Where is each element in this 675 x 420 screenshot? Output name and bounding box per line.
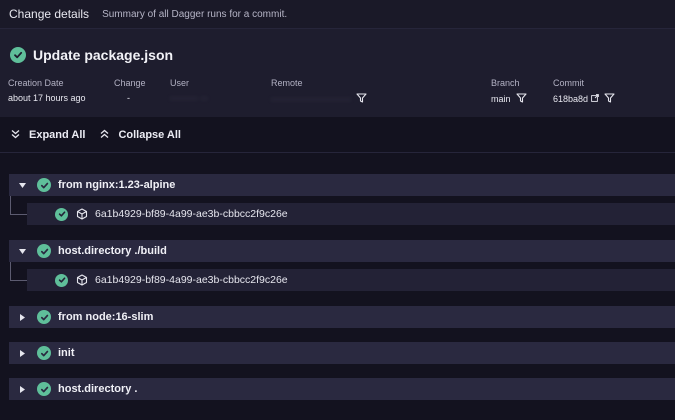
caret-down-icon[interactable] [17, 182, 27, 188]
tree-group-row[interactable]: init [9, 342, 675, 364]
branch-value-wrap: main [491, 93, 527, 105]
child-label: 6a1b4929-bf89-4a99-ae3b-cbbcc2f9c26e [95, 274, 288, 286]
child-label: 6a1b4929-bf89-4a99-ae3b-cbbcc2f9c26e [95, 208, 288, 220]
tree-child-row[interactable]: 6a1b4929-bf89-4a99-ae3b-cbbcc2f9c26e [27, 269, 675, 291]
expand-all-label: Expand All [29, 129, 86, 141]
top-bar: Change details Summary of all Dagger run… [0, 0, 675, 29]
remote-label: Remote [271, 78, 303, 88]
caret-down-icon[interactable] [17, 248, 27, 254]
change-label: Change [114, 78, 146, 88]
remote-value: ······················· [271, 93, 367, 105]
branch-value: main [491, 94, 511, 104]
check-circle-icon [55, 207, 68, 221]
caret-right-icon[interactable] [17, 385, 27, 393]
creation-date-label: Creation Date [8, 78, 64, 88]
page-title: Change details [9, 7, 90, 21]
user-label: User [170, 78, 190, 88]
remote-name: ······················· [271, 94, 352, 104]
check-circle-icon [37, 382, 51, 396]
check-circle-icon [37, 178, 51, 192]
check-circle-icon [37, 244, 51, 258]
user-name: ········ ·· [170, 93, 208, 103]
tree-child-row[interactable]: 6a1b4929-bf89-4a99-ae3b-cbbcc2f9c26e [27, 203, 675, 225]
run-heading: Update package.json [10, 47, 173, 63]
caret-right-icon[interactable] [17, 349, 27, 357]
filter-icon[interactable] [515, 93, 527, 105]
cube-icon [76, 274, 88, 286]
collapse-all-icon [100, 129, 118, 142]
external-link-icon[interactable] [591, 94, 599, 104]
check-circle-icon [55, 273, 68, 287]
tree-group-row[interactable]: host.directory . [9, 378, 675, 400]
expand-all-icon [11, 129, 29, 142]
user-value: ········ ·· [170, 93, 208, 103]
check-circle-icon [37, 346, 51, 360]
tree-group-row[interactable]: from nginx:1.23-alpine [9, 174, 675, 196]
group-label: host.directory ./build [58, 245, 167, 257]
group-label: host.directory . [58, 383, 138, 395]
tree-group-row[interactable]: host.directory ./build [9, 240, 675, 262]
filter-icon[interactable] [356, 93, 367, 105]
group-label: from node:16-slim [58, 311, 154, 323]
group-label: from nginx:1.23-alpine [58, 179, 176, 191]
cube-icon [76, 208, 88, 220]
commit-value[interactable]: 618ba8d [553, 94, 588, 104]
filter-icon[interactable] [604, 93, 615, 105]
page-subtitle: Summary of all Dagger runs for a commit. [102, 8, 288, 20]
expand-all-button[interactable]: Expand All [11, 129, 85, 142]
tree-actions: Expand All Collapse All [0, 118, 675, 153]
tree-group-row[interactable]: from node:16-slim [9, 306, 675, 328]
branch-label: Branch [491, 78, 520, 88]
group-label: init [58, 347, 75, 359]
run-title: Update package.json [33, 47, 174, 63]
collapse-all-button[interactable]: Collapse All [100, 129, 181, 142]
check-circle-icon [10, 47, 26, 63]
run-summary: Update package.json Creation Date about … [0, 29, 675, 117]
caret-right-icon[interactable] [17, 313, 27, 321]
tree-connector [10, 261, 28, 281]
tree-connector [10, 196, 28, 215]
collapse-all-label: Collapse All [118, 129, 181, 141]
creation-date-value: about 17 hours ago [8, 93, 86, 103]
commit-value-wrap: 618ba8d [553, 93, 615, 105]
change-value: - [127, 93, 130, 103]
check-circle-icon [37, 310, 51, 324]
commit-label: Commit [553, 78, 584, 88]
